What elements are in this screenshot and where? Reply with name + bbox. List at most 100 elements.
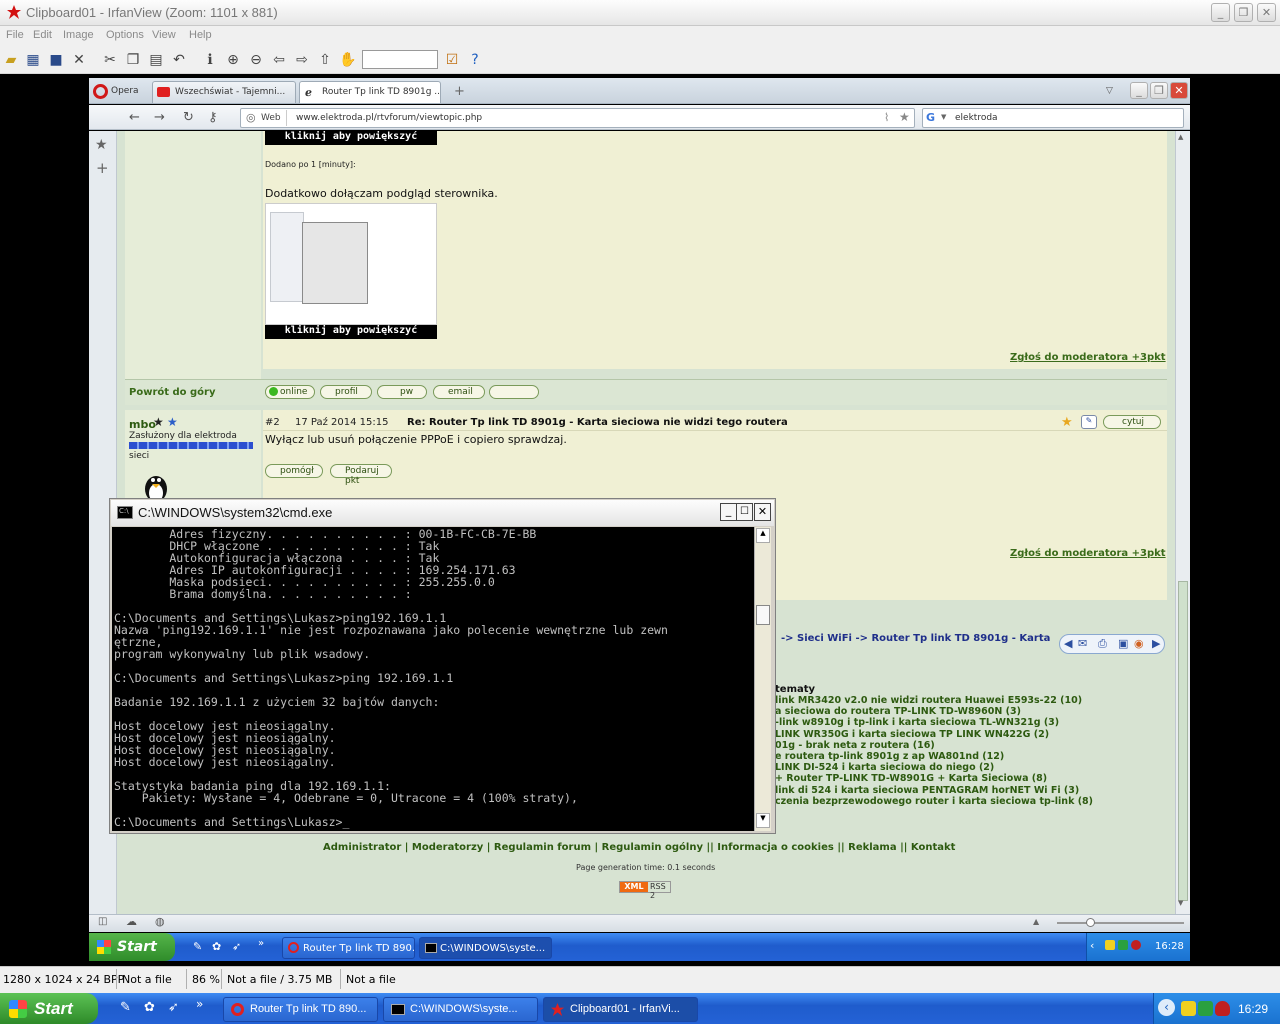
tray-icon[interactable] (1181, 1001, 1196, 1016)
menu-image[interactable]: Image (63, 29, 94, 41)
cmd-console-output[interactable]: Adres fizyczny. . . . . . . . . . : 00-1… (112, 527, 754, 831)
cut-icon[interactable]: ✂ (101, 51, 119, 69)
footer-link-general-rules[interactable]: Regulamin ogólny (602, 842, 703, 853)
zoom-slider[interactable] (1057, 918, 1184, 927)
turbo-icon[interactable]: ◍ (155, 915, 165, 928)
related-item[interactable]: + Router TP-LINK TD-W8901G + Karta Sieci… (775, 773, 1155, 784)
task-cmd[interactable]: C:\WINDOWS\syste... (383, 997, 538, 1022)
give-points-button[interactable]: Podaruj pkt (330, 464, 392, 486)
back-icon[interactable]: ← (129, 110, 140, 125)
quicklaunch-more-icon[interactable]: » (196, 997, 203, 1011)
bookmarks-star-icon[interactable]: ★ (95, 137, 108, 153)
favorite-star-icon[interactable]: ★ (1061, 415, 1073, 430)
cmd-minimize-button[interactable]: _ (720, 503, 737, 521)
related-item[interactable]: link MR3420 v2.0 nie widzi routera Huawe… (775, 695, 1155, 706)
xml-rss-badge[interactable]: XML RSS 2 (619, 881, 671, 900)
task-irfanview[interactable]: Clipboard01 - IrfanVi... (543, 997, 698, 1022)
scroll-thumb[interactable] (1178, 581, 1188, 901)
task-opera[interactable]: Router Tp link TD 890... (223, 997, 378, 1022)
prev-topic-icon[interactable]: ◀ (1064, 637, 1072, 650)
bookmark-star-icon[interactable]: ★ (899, 110, 910, 124)
panel-toggle-icon[interactable]: ◫ (98, 916, 107, 927)
enlarge-label[interactable]: kliknij aby powiększyć (265, 325, 437, 339)
online-button[interactable]: online (265, 385, 315, 399)
helped-button[interactable]: pomógł (265, 464, 323, 478)
menu-options[interactable]: Options (106, 29, 144, 41)
related-item[interactable]: 01g - brak neta z routera (16) (775, 740, 1155, 751)
menu-help[interactable]: Help (189, 29, 212, 41)
related-item[interactable]: LINK WR350G i karta sieciowa TP LINK WN4… (775, 729, 1155, 740)
next-topic-icon[interactable]: ▶ (1152, 637, 1160, 650)
footer-link-cookies[interactable]: Informacja o cookies (717, 842, 834, 853)
email-topic-icon[interactable]: ✉ (1078, 637, 1087, 650)
zoom-in-icon[interactable]: ⊕ (224, 51, 242, 69)
maximize-button[interactable]: ❐ (1234, 3, 1253, 22)
profile-button[interactable]: profil (320, 385, 372, 399)
page-input[interactable] (362, 50, 438, 69)
router-screenshot-thumbnail[interactable] (265, 203, 437, 325)
opera-menu-button[interactable]: Opera (91, 82, 147, 102)
print-icon[interactable]: ⎙ (1098, 637, 1107, 651)
menu-file[interactable]: File (6, 29, 24, 41)
zoom-out-icon[interactable]: ⊖ (247, 51, 265, 69)
quicklaunch-icon[interactable]: ➶ (168, 1000, 179, 1015)
menu-edit[interactable]: Edit (33, 29, 52, 41)
forward-icon[interactable]: → (154, 110, 165, 125)
open-folder-icon[interactable]: ▰ (2, 51, 20, 69)
tab-elektroda[interactable]: ℯ Router Tp link TD 8901g ... (299, 81, 441, 103)
reload-icon[interactable]: ↻ (183, 110, 194, 125)
footer-link-moderators[interactable]: Moderatorzy (412, 842, 483, 853)
pm-button[interactable]: pw (377, 385, 427, 399)
email-button[interactable]: email (433, 385, 485, 399)
report-link[interactable]: Zgłoś do moderatora +3pkt (1010, 548, 1166, 559)
cmd-maximize-button[interactable]: ☐ (736, 503, 753, 521)
tray-expand-icon[interactable]: ‹ (1158, 999, 1175, 1016)
breadcrumb[interactable]: -> Sieci WiFi -> Router Tp link TD 8901g… (781, 633, 1050, 644)
related-item[interactable]: czenia bezprzewodowego router i karta si… (775, 796, 1155, 807)
cmd-scroll-thumb[interactable] (756, 605, 770, 625)
slideshow-icon[interactable]: ▦ (24, 51, 42, 69)
menu-view[interactable]: View (152, 29, 176, 41)
minimize-button[interactable]: _ (1211, 3, 1230, 22)
undo-icon[interactable]: ↶ (170, 51, 188, 69)
tab-list-icon[interactable]: ▽ (1106, 86, 1113, 96)
enlarge-label[interactable]: kliknij aby powiększyć (265, 131, 437, 145)
quicklaunch-icon[interactable]: ✿ (144, 1000, 155, 1015)
zoom-slider-thumb[interactable] (1086, 918, 1095, 927)
delete-icon[interactable]: ✕ (70, 51, 88, 69)
info-icon[interactable]: ℹ (201, 51, 219, 69)
help-icon[interactable]: ? (466, 51, 484, 69)
post-number[interactable]: #2 (265, 417, 280, 428)
new-tab-icon[interactable]: + (454, 84, 465, 99)
quicklaunch-icon[interactable]: ✎ (120, 1000, 131, 1015)
footer-link-ads[interactable]: Reklama (848, 842, 896, 853)
search-box[interactable]: G ▼ elektroda (922, 108, 1184, 128)
save-topic-icon[interactable]: ▣ (1118, 637, 1128, 650)
key-icon[interactable]: ⚷ (208, 110, 218, 125)
cmd-scroll-up-icon[interactable]: ▲ (756, 528, 770, 543)
paste-icon[interactable]: ▤ (147, 51, 165, 69)
save-icon[interactable]: ■ (47, 51, 65, 69)
related-item[interactable]: e routera tp-link 8901g z ap WA801nd (12… (775, 751, 1155, 762)
tab-youtube[interactable]: Wszechświat - Tajemni... (152, 81, 296, 103)
scroll-up-icon[interactable]: ▲ (1178, 133, 1188, 143)
copy-icon[interactable]: ❐ (124, 51, 142, 69)
quicklaunch-icon[interactable]: ➶ (232, 940, 241, 953)
related-item[interactable]: -link w8910g i tp-link i karta sieciowa … (775, 717, 1155, 728)
quicklaunch-icon[interactable]: ✿ (212, 940, 221, 953)
previous-icon[interactable]: ⇦ (270, 51, 288, 69)
tray-expand-icon[interactable]: ‹ (1090, 939, 1094, 952)
zoom-out-arrow-icon[interactable]: ▲ (1033, 917, 1039, 926)
footer-link-forum-rules[interactable]: Regulamin forum (494, 842, 591, 853)
inner-start-button[interactable]: Start (89, 933, 175, 961)
related-item[interactable]: LINK DI-524 i karta sieciowa do niego (2… (775, 762, 1155, 773)
author-name[interactable]: mbo (129, 418, 156, 431)
start-button[interactable]: Start (0, 993, 98, 1024)
next-icon[interactable]: ⇨ (293, 51, 311, 69)
footer-link-administrator[interactable]: Administrator (323, 842, 401, 853)
back-to-top-link[interactable]: Powrót do góry (129, 387, 216, 398)
cmd-close-button[interactable]: ✕ (754, 503, 771, 521)
report-link[interactable]: Zgłoś do moderatora +3pkt (1010, 352, 1166, 363)
edit-icon[interactable]: ✎ (1081, 415, 1097, 429)
browser-scrollbar[interactable]: ▲ ▼ (1175, 131, 1190, 914)
